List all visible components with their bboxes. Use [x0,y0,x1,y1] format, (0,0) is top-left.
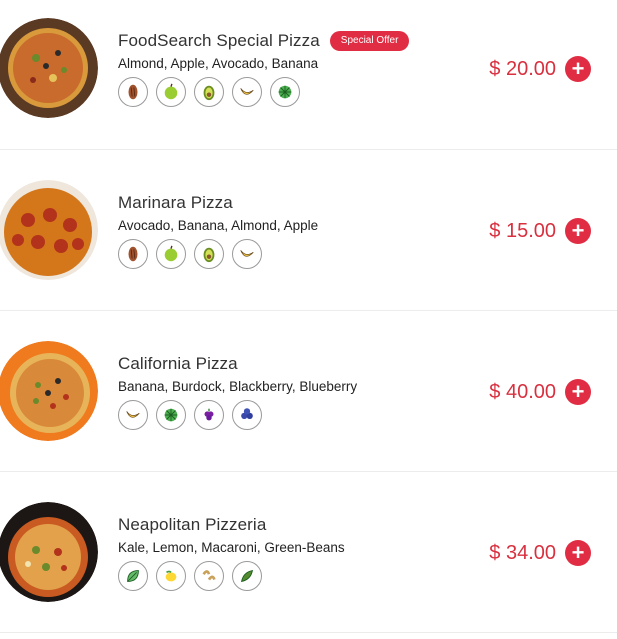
apple-icon [156,77,186,107]
pizza-image [0,502,98,602]
add-to-cart-button[interactable]: + [565,540,591,566]
avocado-icon [194,239,224,269]
item-name: FoodSearch Special Pizza [118,31,320,50]
kale-icon [118,561,148,591]
special-offer-badge: Special Offer [329,31,410,51]
banana-icon [232,239,262,269]
lemon-icon [156,561,186,591]
green-beans-icon [232,561,262,591]
item-ingredients: Almond, Apple, Avocado, Banana [118,56,319,71]
blackberry-icon [194,400,224,430]
almond-icon [118,77,148,107]
banana-icon [232,77,262,107]
pizza-image [0,341,98,441]
list-item: California Pizza Banana, Burdock, Blackb… [0,311,617,472]
add-to-cart-button[interactable]: + [565,218,591,244]
item-price: $ 40.00 [489,380,556,403]
pizza-image [0,180,98,280]
almond-icon [118,239,148,269]
list-item: FoodSearch Special Pizza Special Offer A… [0,0,617,150]
apple-icon [156,239,186,269]
add-to-cart-button[interactable]: + [565,379,591,405]
avocado-icon [194,77,224,107]
pizza-image [0,18,98,118]
list-item: Marinara Pizza Avocado, Banana, Almond, … [0,150,617,311]
burdock-icon [270,77,300,107]
blueberry-icon [232,400,262,430]
item-ingredients: Banana, Burdock, Blackberry, Blueberry [118,379,358,394]
item-name: Neapolitan Pizzeria [118,515,267,534]
item-price: $ 15.00 [489,219,556,242]
item-ingredients: Kale, Lemon, Macaroni, Green-Beans [118,540,345,555]
item-price: $ 34.00 [489,541,556,564]
item-price: $ 20.00 [489,57,556,80]
macaroni-icon [194,561,224,591]
burdock-icon [156,400,186,430]
item-name: California Pizza [118,354,238,373]
add-to-cart-button[interactable]: + [565,56,591,82]
list-item: Neapolitan Pizzeria Kale, Lemon, Macaron… [0,472,617,633]
item-ingredients: Avocado, Banana, Almond, Apple [118,218,319,233]
item-name: Marinara Pizza [118,193,233,212]
banana-icon [118,400,148,430]
menu-list: FoodSearch Special Pizza Special Offer A… [0,0,617,633]
